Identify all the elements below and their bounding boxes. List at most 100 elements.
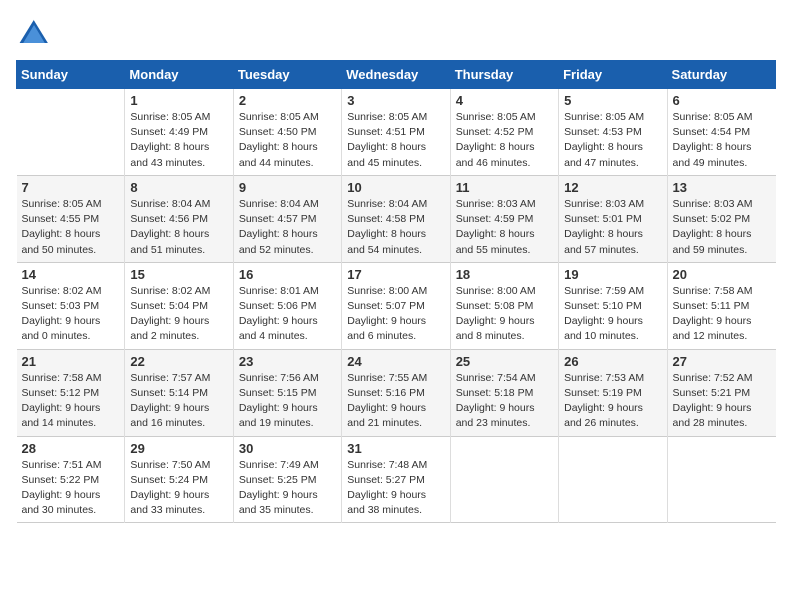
day-number: 9 <box>239 180 336 195</box>
day-info: Sunrise: 7:48 AMSunset: 5:27 PMDaylight:… <box>347 458 444 519</box>
day-number: 14 <box>22 267 120 282</box>
calendar-cell: 4 Sunrise: 8:05 AMSunset: 4:52 PMDaylight… <box>450 89 558 176</box>
day-number: 2 <box>239 93 336 108</box>
day-number: 15 <box>130 267 227 282</box>
calendar-cell: 28Sunrise: 7:51 AMSunset: 5:22 PMDayligh… <box>17 436 125 523</box>
day-number: 3 <box>347 93 444 108</box>
day-info: Sunrise: 8:03 AMSunset: 4:59 PMDaylight:… <box>456 197 553 258</box>
calendar-cell: 11 Sunrise: 8:03 AMSunset: 4:59 PMDayligh… <box>450 175 558 262</box>
day-info: Sunrise: 7:58 AMSunset: 5:11 PMDaylight:… <box>673 284 771 345</box>
calendar-week-row: 28Sunrise: 7:51 AMSunset: 5:22 PMDayligh… <box>17 436 776 523</box>
day-number: 19 <box>564 267 661 282</box>
day-info: Sunrise: 8:05 AMSunset: 4:52 PMDaylight:… <box>456 110 553 171</box>
calendar-cell: 6 Sunrise: 8:05 AMSunset: 4:54 PMDaylight… <box>667 89 775 176</box>
day-info: Sunrise: 7:50 AMSunset: 5:24 PMDaylight:… <box>130 458 227 519</box>
calendar-cell <box>559 436 667 523</box>
day-info: Sunrise: 8:05 AMSunset: 4:54 PMDaylight:… <box>673 110 771 171</box>
weekday-header-cell: Friday <box>559 61 667 89</box>
day-info: Sunrise: 7:55 AMSunset: 5:16 PMDaylight:… <box>347 371 444 432</box>
day-info: Sunrise: 8:04 AMSunset: 4:56 PMDaylight:… <box>130 197 227 258</box>
day-info: Sunrise: 7:58 AMSunset: 5:12 PMDaylight:… <box>22 371 120 432</box>
calendar-cell: 21 Sunrise: 7:58 AMSunset: 5:12 PMDayligh… <box>17 349 125 436</box>
calendar-week-row: 21 Sunrise: 7:58 AMSunset: 5:12 PMDayligh… <box>17 349 776 436</box>
calendar-cell: 13 Sunrise: 8:03 AMSunset: 5:02 PMDayligh… <box>667 175 775 262</box>
day-info: Sunrise: 8:05 AMSunset: 4:55 PMDaylight:… <box>22 197 120 258</box>
day-info: Sunrise: 8:05 AMSunset: 4:50 PMDaylight:… <box>239 110 336 171</box>
day-number: 11 <box>456 180 553 195</box>
day-number: 18 <box>456 267 553 282</box>
day-number: 13 <box>673 180 771 195</box>
calendar-cell: 20 Sunrise: 7:58 AMSunset: 5:11 PMDayligh… <box>667 262 775 349</box>
day-info: Sunrise: 8:02 AMSunset: 5:04 PMDaylight:… <box>130 284 227 345</box>
day-number: 20 <box>673 267 771 282</box>
calendar-cell: 1 Sunrise: 8:05 AMSunset: 4:49 PMDaylight… <box>125 89 233 176</box>
calendar-table: SundayMondayTuesdayWednesdayThursdayFrid… <box>16 60 776 523</box>
calendar-cell: 17Sunrise: 8:00 AMSunset: 5:07 PMDayligh… <box>342 262 450 349</box>
calendar-cell: 23 Sunrise: 7:56 AMSunset: 5:15 PMDayligh… <box>233 349 341 436</box>
day-info: Sunrise: 7:53 AMSunset: 5:19 PMDaylight:… <box>564 371 661 432</box>
day-number: 16 <box>239 267 336 282</box>
weekday-header-cell: Thursday <box>450 61 558 89</box>
weekday-header-row: SundayMondayTuesdayWednesdayThursdayFrid… <box>17 61 776 89</box>
day-number: 31 <box>347 441 444 456</box>
day-number: 1 <box>130 93 227 108</box>
calendar-cell: 2 Sunrise: 8:05 AMSunset: 4:50 PMDaylight… <box>233 89 341 176</box>
calendar-cell: 3Sunrise: 8:05 AMSunset: 4:51 PMDaylight… <box>342 89 450 176</box>
calendar-cell: 31 Sunrise: 7:48 AMSunset: 5:27 PMDayligh… <box>342 436 450 523</box>
calendar-week-row: 14 Sunrise: 8:02 AMSunset: 5:03 PMDayligh… <box>17 262 776 349</box>
calendar-cell: 25 Sunrise: 7:54 AMSunset: 5:18 PMDayligh… <box>450 349 558 436</box>
weekday-header-cell: Sunday <box>17 61 125 89</box>
calendar-cell: 15 Sunrise: 8:02 AMSunset: 5:04 PMDayligh… <box>125 262 233 349</box>
day-number: 21 <box>22 354 120 369</box>
logo-icon <box>16 16 52 52</box>
day-info: Sunrise: 7:52 AMSunset: 5:21 PMDaylight:… <box>673 371 771 432</box>
day-number: 8 <box>130 180 227 195</box>
logo <box>16 16 56 52</box>
calendar-cell: 27Sunrise: 7:52 AMSunset: 5:21 PMDayligh… <box>667 349 775 436</box>
calendar-cell: 7 Sunrise: 8:05 AMSunset: 4:55 PMDaylight… <box>17 175 125 262</box>
day-number: 10 <box>347 180 444 195</box>
calendar-cell: 18 Sunrise: 8:00 AMSunset: 5:08 PMDayligh… <box>450 262 558 349</box>
day-info: Sunrise: 7:57 AMSunset: 5:14 PMDaylight:… <box>130 371 227 432</box>
calendar-cell: 8 Sunrise: 8:04 AMSunset: 4:56 PMDaylight… <box>125 175 233 262</box>
day-info: Sunrise: 7:59 AMSunset: 5:10 PMDaylight:… <box>564 284 661 345</box>
day-info: Sunrise: 8:00 AMSunset: 5:08 PMDaylight:… <box>456 284 553 345</box>
day-info: Sunrise: 8:04 AMSunset: 4:57 PMDaylight:… <box>239 197 336 258</box>
day-number: 23 <box>239 354 336 369</box>
calendar-cell: 16 Sunrise: 8:01 AMSunset: 5:06 PMDayligh… <box>233 262 341 349</box>
day-info: Sunrise: 8:04 AMSunset: 4:58 PMDaylight:… <box>347 197 444 258</box>
day-info: Sunrise: 8:03 AMSunset: 5:01 PMDaylight:… <box>564 197 661 258</box>
day-info: Sunrise: 8:03 AMSunset: 5:02 PMDaylight:… <box>673 197 771 258</box>
weekday-header-cell: Wednesday <box>342 61 450 89</box>
day-info: Sunrise: 7:51 AMSunset: 5:22 PMDaylight:… <box>22 458 120 519</box>
day-number: 22 <box>130 354 227 369</box>
calendar-cell: 19 Sunrise: 7:59 AMSunset: 5:10 PMDayligh… <box>559 262 667 349</box>
calendar-cell: 12Sunrise: 8:03 AMSunset: 5:01 PMDayligh… <box>559 175 667 262</box>
day-number: 6 <box>673 93 771 108</box>
day-number: 5 <box>564 93 661 108</box>
day-number: 30 <box>239 441 336 456</box>
day-number: 25 <box>456 354 553 369</box>
day-info: Sunrise: 7:49 AMSunset: 5:25 PMDaylight:… <box>239 458 336 519</box>
page-header <box>16 16 776 52</box>
day-number: 4 <box>456 93 553 108</box>
calendar-cell: 26Sunrise: 7:53 AMSunset: 5:19 PMDayligh… <box>559 349 667 436</box>
calendar-cell <box>17 89 125 176</box>
day-info: Sunrise: 7:56 AMSunset: 5:15 PMDaylight:… <box>239 371 336 432</box>
day-info: Sunrise: 8:05 AMSunset: 4:49 PMDaylight:… <box>130 110 227 171</box>
day-info: Sunrise: 8:02 AMSunset: 5:03 PMDaylight:… <box>22 284 120 345</box>
day-number: 29 <box>130 441 227 456</box>
calendar-cell: 22 Sunrise: 7:57 AMSunset: 5:14 PMDayligh… <box>125 349 233 436</box>
calendar-cell: 5 Sunrise: 8:05 AMSunset: 4:53 PMDaylight… <box>559 89 667 176</box>
day-number: 7 <box>22 180 120 195</box>
weekday-header-cell: Saturday <box>667 61 775 89</box>
calendar-cell: 9 Sunrise: 8:04 AMSunset: 4:57 PMDaylight… <box>233 175 341 262</box>
calendar-cell <box>450 436 558 523</box>
calendar-cell <box>667 436 775 523</box>
calendar-cell: 29 Sunrise: 7:50 AMSunset: 5:24 PMDayligh… <box>125 436 233 523</box>
day-info: Sunrise: 7:54 AMSunset: 5:18 PMDaylight:… <box>456 371 553 432</box>
day-info: Sunrise: 8:01 AMSunset: 5:06 PMDaylight:… <box>239 284 336 345</box>
day-info: Sunrise: 8:05 AMSunset: 4:53 PMDaylight:… <box>564 110 661 171</box>
calendar-week-row: 7 Sunrise: 8:05 AMSunset: 4:55 PMDaylight… <box>17 175 776 262</box>
calendar-body: 1 Sunrise: 8:05 AMSunset: 4:49 PMDaylight… <box>17 89 776 523</box>
